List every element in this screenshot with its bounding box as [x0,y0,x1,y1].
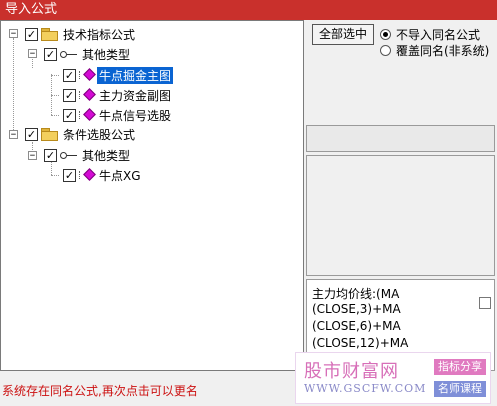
preview-line: (CLOSE,6)+MA [312,319,401,333]
tree-item-fund-subchart[interactable]: ✓ 主力资金副图 [63,86,173,104]
key-icon [60,149,78,161]
tree-item-signal-selection[interactable]: ✓ 牛点信号选股 [63,106,173,124]
preview-checkbox[interactable] [479,297,491,309]
key-icon [60,48,78,60]
watermark-site-name: 股市财富网 [304,361,399,382]
preview-line: 主力均价线:(MA [312,287,400,301]
title-bar: 导入公式 [0,0,497,20]
collapse-icon[interactable]: − [28,49,37,59]
tree-item-label: 主力资金副图 [99,88,172,103]
window-title: 导入公式 [5,2,58,17]
formula-tree[interactable]: − ✓ 技术指标公式 − ✓ 其他类型 ✓ 牛点掘金主图 ✓ 主力资金副图 ✓ … [0,20,304,371]
radio-skip-same-name[interactable]: 不导入同名公式 [380,26,480,42]
formula-icon [79,88,96,102]
radio-overwrite-same-name[interactable]: 覆盖同名(非系统) [380,42,489,58]
status-message: 系统存在同名公式,再次点击可以更名 [0,371,300,406]
tree-group-label: 条件选股公式 [63,127,136,142]
radio-label: 覆盖同名(非系统) [396,43,490,58]
item-checkbox[interactable]: ✓ [63,88,76,102]
tree-group-indicator-formulas[interactable]: ✓ 技术指标公式 [25,25,137,43]
radio-label: 不导入同名公式 [396,27,481,42]
group-checkbox[interactable]: ✓ [25,127,38,141]
category-checkbox[interactable]: ✓ [44,148,57,162]
select-all-button[interactable]: 全部选中 [312,24,374,45]
radio-unselected-icon[interactable] [380,44,391,56]
folder-icon [41,128,58,141]
formula-icon [79,68,96,82]
tree-item-main-chart[interactable]: ✓ 牛点掘金主图 [63,66,174,84]
watermark: 股市财富网 WWW.GSCFW.COM 指标分享 名师课程 [295,352,491,404]
watermark-tag-share: 指标分享 [434,359,486,375]
tree-category-other[interactable]: ✓ 其他类型 [44,45,132,63]
folder-icon [41,28,58,41]
tree-group-label: 技术指标公式 [63,27,136,42]
radio-selected-icon[interactable] [380,28,391,40]
tree-category-label: 其他类型 [82,47,131,62]
preview-line: (CLOSE,12)+MA [312,336,409,350]
tree-item-label: 牛点掘金主图 [97,66,174,84]
formula-icon [79,168,96,182]
item-checkbox[interactable]: ✓ [63,108,76,122]
watermark-url: WWW.GSCFW.COM [304,382,427,395]
item-checkbox[interactable]: ✓ [63,168,76,182]
tree-item-xg[interactable]: ✓ 牛点XG [63,166,143,184]
tree-category-other[interactable]: ✓ 其他类型 [44,146,132,164]
preview-line: (CLOSE,3)+MA [312,302,401,316]
tree-category-label: 其他类型 [82,148,131,163]
group-checkbox[interactable]: ✓ [25,27,38,41]
tree-item-label: 牛点XG [99,168,141,183]
formula-icon [79,108,96,122]
collapse-icon[interactable]: − [9,29,18,39]
watermark-tag-course: 名师课程 [434,381,486,397]
info-field [306,125,495,152]
collapse-icon[interactable]: − [9,130,18,140]
category-checkbox[interactable]: ✓ [44,47,57,61]
item-checkbox[interactable]: ✓ [63,68,76,82]
tree-group-selection-formulas[interactable]: ✓ 条件选股公式 [25,125,137,143]
tree-item-label: 牛点信号选股 [99,108,172,123]
description-panel [306,155,495,276]
collapse-icon[interactable]: − [28,151,37,161]
